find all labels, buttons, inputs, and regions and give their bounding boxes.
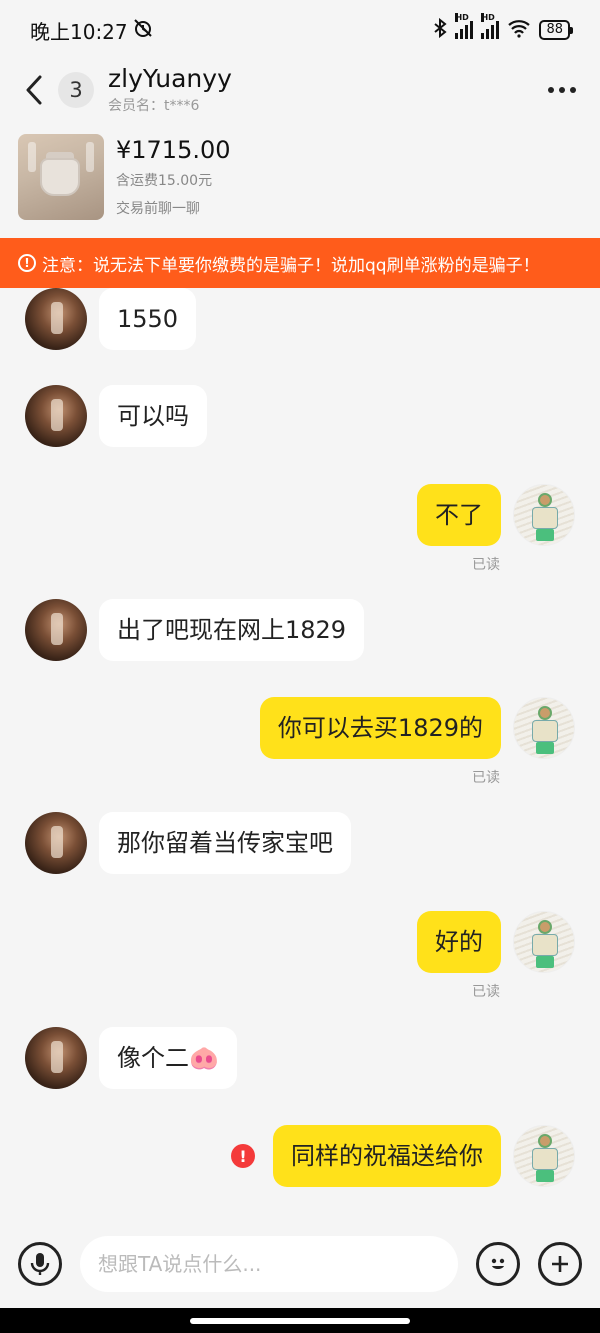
product-info: ¥1715.00 含运费15.00元 交易前聊一聊 <box>116 134 231 224</box>
smiley-icon[interactable] <box>476 1242 520 1286</box>
contact-avatar[interactable] <box>25 385 87 447</box>
bluetooth-icon <box>433 17 448 43</box>
contact-avatar[interactable] <box>25 288 87 350</box>
message-bubble-received[interactable]: 出了吧现在网上1829 <box>99 599 365 661</box>
wifi-icon <box>507 18 531 43</box>
my-avatar[interactable] <box>513 1125 575 1187</box>
message-bubble-sent[interactable]: 不了 <box>417 484 501 546</box>
alarm-off-icon <box>132 17 154 44</box>
message-bubble-sent[interactable]: 同样的祝福送给你 <box>273 1125 501 1187</box>
product-card[interactable]: ¥1715.00 含运费15.00元 交易前聊一聊 <box>0 124 600 234</box>
more-dots-icon[interactable] <box>548 87 576 93</box>
member-name: 会员名：t***6 <box>108 98 200 114</box>
chat-header: 3 zlyYuanyy 会员名：t***6 <box>0 60 600 120</box>
contact-info[interactable]: zlyYuanyy 会员名：t***6 <box>108 65 232 115</box>
product-price: ¥1715.00 <box>116 136 231 164</box>
read-status: 已读 <box>472 984 500 1000</box>
message-bubble-received[interactable]: 可以吗 <box>99 385 207 447</box>
my-avatar[interactable] <box>513 484 575 546</box>
status-icons: HD HD 88 <box>433 13 573 43</box>
system-nav-bar <box>0 1308 600 1333</box>
hd-label: HD <box>455 13 469 22</box>
shipping-info: 含运费15.00元 <box>116 173 213 189</box>
chevron-left-icon[interactable] <box>24 70 52 110</box>
message-input[interactable] <box>80 1236 458 1292</box>
send-failed-icon[interactable]: ! <box>231 1144 255 1168</box>
hd-label: HD <box>481 13 495 22</box>
product-image[interactable] <box>18 134 104 220</box>
read-status: 已读 <box>472 557 500 573</box>
chat-hint: 交易前聊一聊 <box>116 201 200 217</box>
message-bubble-received[interactable]: 1550 <box>99 288 197 350</box>
contact-avatar[interactable] <box>25 812 87 874</box>
status-bar: 晚上10:27 HD HD 88 <box>0 0 600 60</box>
message-bubble-sent[interactable]: 你可以去买1829的 <box>259 697 501 759</box>
contact-avatar[interactable] <box>25 1027 87 1089</box>
message-list[interactable]: 1550 可以吗 不了 已读 出了吧现在网上1829 你可以去买1829的 已读… <box>0 288 600 1208</box>
warning-text: 注意：说无法下单要你缴费的是骗子！说加qq刷单涨粉的是骗子！ <box>42 255 540 276</box>
my-avatar[interactable] <box>513 911 575 973</box>
message-bubble-received[interactable]: 像个二🐽 <box>99 1027 237 1089</box>
message-bubble-received[interactable]: 那你留着当传家宝吧 <box>99 812 351 874</box>
message-bubble-sent[interactable]: 好的 <box>417 911 501 973</box>
plus-icon[interactable] <box>538 1242 582 1286</box>
scam-warning-banner: ! 注意：说无法下单要你缴费的是骗子！说加qq刷单涨粉的是骗子！ <box>0 238 600 288</box>
warning-icon: ! <box>18 254 36 272</box>
battery-icon: 88 <box>539 20 573 40</box>
read-status: 已读 <box>472 770 500 786</box>
my-avatar[interactable] <box>513 697 575 759</box>
home-indicator[interactable] <box>190 1318 410 1324</box>
microphone-icon[interactable] <box>18 1242 62 1286</box>
input-bar <box>0 1222 600 1306</box>
signal-icon: HD <box>455 13 474 39</box>
status-time: 晚上10:27 <box>30 19 128 44</box>
contact-name: zlyYuanyy <box>108 64 232 93</box>
unread-count-badge[interactable]: 3 <box>58 72 94 108</box>
contact-avatar[interactable] <box>25 599 87 661</box>
signal-icon: HD <box>481 13 500 39</box>
